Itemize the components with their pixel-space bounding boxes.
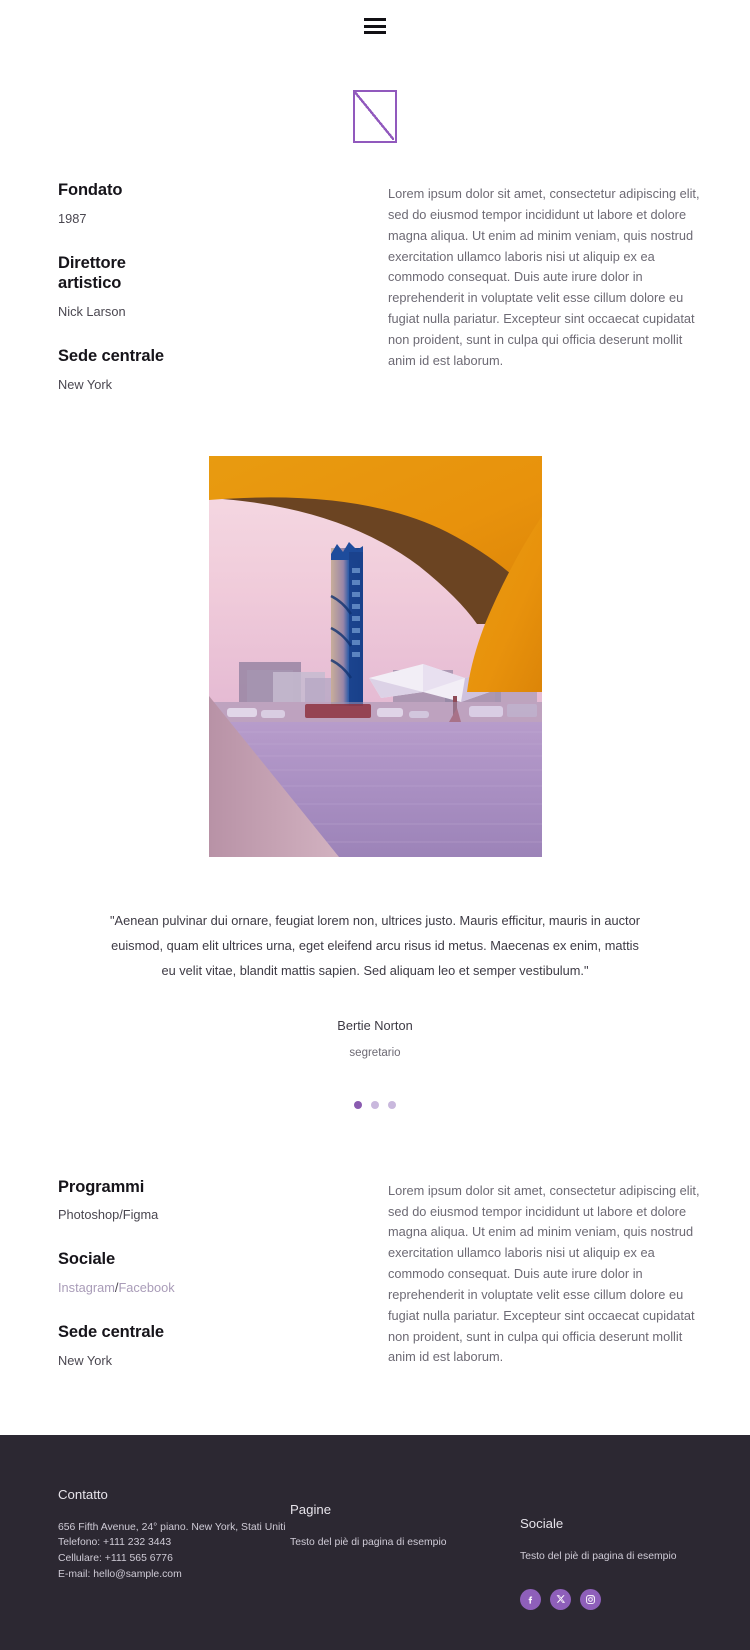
facebook-link[interactable]: Facebook [118, 1280, 174, 1295]
carousel-dot-2[interactable] [371, 1100, 379, 1109]
footer-column-sociale: Sociale Testo del piè di pagina di esemp… [520, 1487, 720, 1610]
fact-value-sede-centrale-2: New York [58, 1352, 113, 1368]
testimonial-role: segretario [349, 1046, 401, 1059]
x-glyph [556, 1595, 565, 1604]
info-section-top: Fondato 1987 Direttore artistico Nick La… [0, 174, 750, 394]
footer-column-contatto: Contatto 656 Fifth Avenue, 24° piano. Ne… [58, 1487, 290, 1582]
instagram-link[interactable]: Instagram [58, 1280, 115, 1295]
fact-label-programmi: Programmi [58, 1177, 145, 1196]
info-section-bottom: Programmi Photoshop/Figma Sociale Instag… [0, 1109, 750, 1370]
info-top-facts: Fondato 1987 Direttore artistico Nick La… [58, 174, 388, 394]
footer-sociale-text: Testo del piè di pagina di esempio [520, 1550, 677, 1562]
fact-label-sede-centrale-2: Sede centrale [58, 1323, 165, 1342]
hamburger-bar-1 [364, 18, 386, 21]
footer-pagine-text[interactable]: Testo del piè di pagina di esempio [290, 1535, 520, 1551]
instagram-glyph [586, 1595, 595, 1604]
facebook-icon[interactable] [520, 1588, 541, 1610]
carousel-dot-3[interactable] [388, 1100, 396, 1109]
site-header [0, 0, 750, 52]
instagram-icon[interactable] [580, 1588, 601, 1610]
hero-illustration [208, 455, 542, 857]
footer-mobile: Cellulare: +111 565 6776 [58, 1552, 173, 1564]
fact-value-sede-centrale: New York [58, 376, 113, 392]
info-top-body: Lorem ipsum dolor sit amet, consectetur … [388, 174, 704, 372]
fact-label-sociale: Sociale [58, 1250, 116, 1269]
hero-image-container [0, 394, 750, 857]
hamburger-menu-icon[interactable] [364, 18, 386, 34]
footer-heading-contatto: Contatto [58, 1486, 108, 1502]
testimonial-section: "Aenean pulvinar dui ornare, feugiat lor… [0, 857, 750, 1109]
hero-image [208, 455, 542, 857]
info-top-paragraph: Lorem ipsum dolor sit amet, consectetur … [388, 186, 700, 368]
site-footer: Contatto 656 Fifth Avenue, 24° piano. Ne… [0, 1434, 750, 1650]
square-diagonal-logo-mark[interactable] [353, 90, 397, 143]
carousel-dot-1[interactable] [354, 1100, 362, 1109]
facebook-glyph [528, 1596, 533, 1604]
info-bottom-facts: Programmi Photoshop/Figma Sociale Instag… [58, 1171, 388, 1370]
footer-heading-pagine: Pagine [290, 1501, 332, 1517]
fact-label-sede-centrale: Sede centrale [58, 347, 165, 366]
info-bottom-paragraph: Lorem ipsum dolor sit amet, consectetur … [388, 1182, 700, 1365]
fact-value-fondato: 1987 [58, 210, 87, 226]
footer-phone: Telefono: +111 232 3443 [58, 1537, 172, 1549]
hamburger-bar-2 [364, 24, 386, 28]
info-bottom-body: Lorem ipsum dolor sit amet, consectetur … [388, 1171, 704, 1369]
footer-address: 656 Fifth Avenue, 24° piano. New York, S… [58, 1521, 286, 1533]
logo-container [0, 52, 750, 174]
footer-column-pagine: Pagine Testo del piè di pagina di esempi… [290, 1487, 520, 1551]
fact-value-programmi: Photoshop/Figma [58, 1207, 159, 1223]
fact-value-sociale: Instagram/Facebook [58, 1279, 388, 1297]
testimonial-author: Bertie Norton [337, 1017, 413, 1033]
footer-heading-sociale: Sociale [520, 1515, 564, 1531]
testimonial-quote: "Aenean pulvinar dui ornare, feugiat lor… [110, 912, 640, 978]
hamburger-bar-3 [364, 31, 386, 34]
carousel-dots [106, 1100, 644, 1109]
fact-label-fondato: Fondato [58, 181, 123, 199]
fact-label-direttore-artistico: Direttore artistico [58, 253, 126, 293]
fact-value-direttore-artistico: Nick Larson [58, 304, 126, 320]
footer-email: E-mail: hello@sample.com [58, 1568, 182, 1580]
x-twitter-icon[interactable] [550, 1588, 571, 1610]
footer-social-icons [520, 1588, 720, 1610]
